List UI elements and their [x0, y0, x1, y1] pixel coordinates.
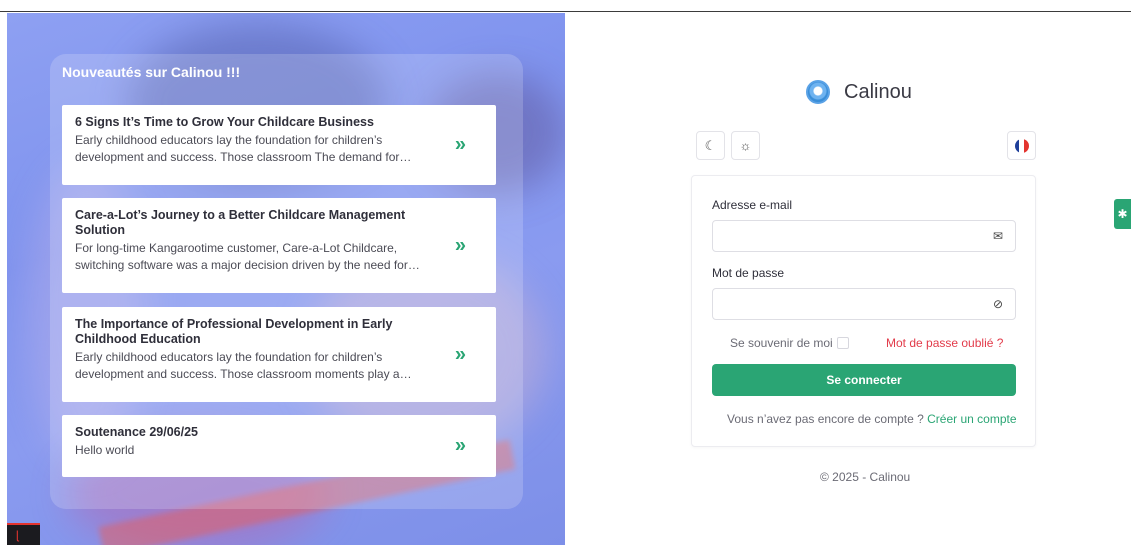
chevron-double-right-icon[interactable]: »	[455, 343, 466, 366]
news-item-desc: For long-time Kangarootime customer, Car…	[75, 241, 420, 272]
brand: Calinou	[806, 80, 912, 104]
password-field-wrapper: ⊘	[712, 288, 1016, 320]
copyright: © 2025 - Calinou	[820, 470, 911, 484]
settings-button[interactable]: ✱	[1114, 199, 1131, 229]
news-item-title: Soutenance 29/06/25	[75, 425, 198, 439]
envelope-icon: ✉	[992, 229, 1003, 243]
forgot-password-link[interactable]: Mot de passe oublié ?	[886, 336, 1003, 350]
remember-me[interactable]: Se souvenir de moi	[730, 336, 849, 350]
login-card: Adresse e-mail ✉ Mot de passe ⊘ Se souve…	[691, 175, 1036, 447]
light-mode-button[interactable]: ☼	[731, 131, 760, 160]
language-button[interactable]	[1007, 131, 1036, 160]
email-field-wrapper: ✉	[712, 220, 1016, 252]
create-account-link[interactable]: Créer un compte	[927, 412, 1016, 426]
french-flag-icon	[1014, 138, 1029, 153]
password-field[interactable]	[713, 289, 973, 319]
debugbar-toggle[interactable]: ɭ	[7, 523, 40, 545]
news-item-desc: Early childhood educators lay the founda…	[75, 350, 412, 381]
news-item-title: 6 Signs It’s Time to Grow Your Childcare…	[75, 115, 374, 129]
top-bar	[0, 0, 1131, 12]
signup-prompt: Vous n’avez pas encore de compte ? Créer…	[727, 412, 1017, 426]
news-item-desc: Hello world	[75, 443, 135, 457]
chevron-double-right-icon[interactable]: »	[455, 234, 466, 257]
news-item-title: Care-a-Lot’s Journey to a Better Childca…	[75, 208, 406, 237]
news-item-title: The Importance of Professional Developme…	[75, 317, 393, 346]
eye-slash-icon[interactable]: ⊘	[993, 297, 1003, 311]
news-item-desc: Early childhood educators lay the founda…	[75, 133, 412, 164]
signup-prompt-text: Vous n’avez pas encore de compte ?	[727, 412, 924, 426]
remember-label: Se souvenir de moi	[730, 336, 833, 350]
email-label: Adresse e-mail	[712, 198, 793, 212]
moon-icon: ☾	[704, 137, 717, 153]
news-item[interactable]: 6 Signs It’s Time to Grow Your Childcare…	[62, 105, 496, 185]
news-item[interactable]: The Importance of Professional Developme…	[62, 307, 496, 402]
remember-checkbox[interactable]	[836, 337, 849, 349]
login-button[interactable]: Se connecter	[712, 364, 1016, 396]
sun-icon: ☼	[739, 138, 752, 153]
news-item[interactable]: Care-a-Lot’s Journey to a Better Childca…	[62, 198, 496, 293]
news-item[interactable]: Soutenance 29/06/25 Hello world »	[62, 415, 496, 477]
news-title: Nouveautés sur Calinou !!!	[62, 64, 241, 80]
calinou-logo-icon	[806, 80, 830, 104]
gear-icon: ✱	[1117, 207, 1128, 221]
dark-mode-button[interactable]: ☾	[696, 131, 725, 160]
laravel-icon: ɭ	[16, 528, 19, 542]
password-label: Mot de passe	[712, 266, 785, 280]
brand-name: Calinou	[844, 80, 912, 103]
chevron-double-right-icon[interactable]: »	[455, 435, 466, 458]
email-field[interactable]	[713, 221, 973, 251]
chevron-double-right-icon[interactable]: »	[455, 134, 466, 157]
